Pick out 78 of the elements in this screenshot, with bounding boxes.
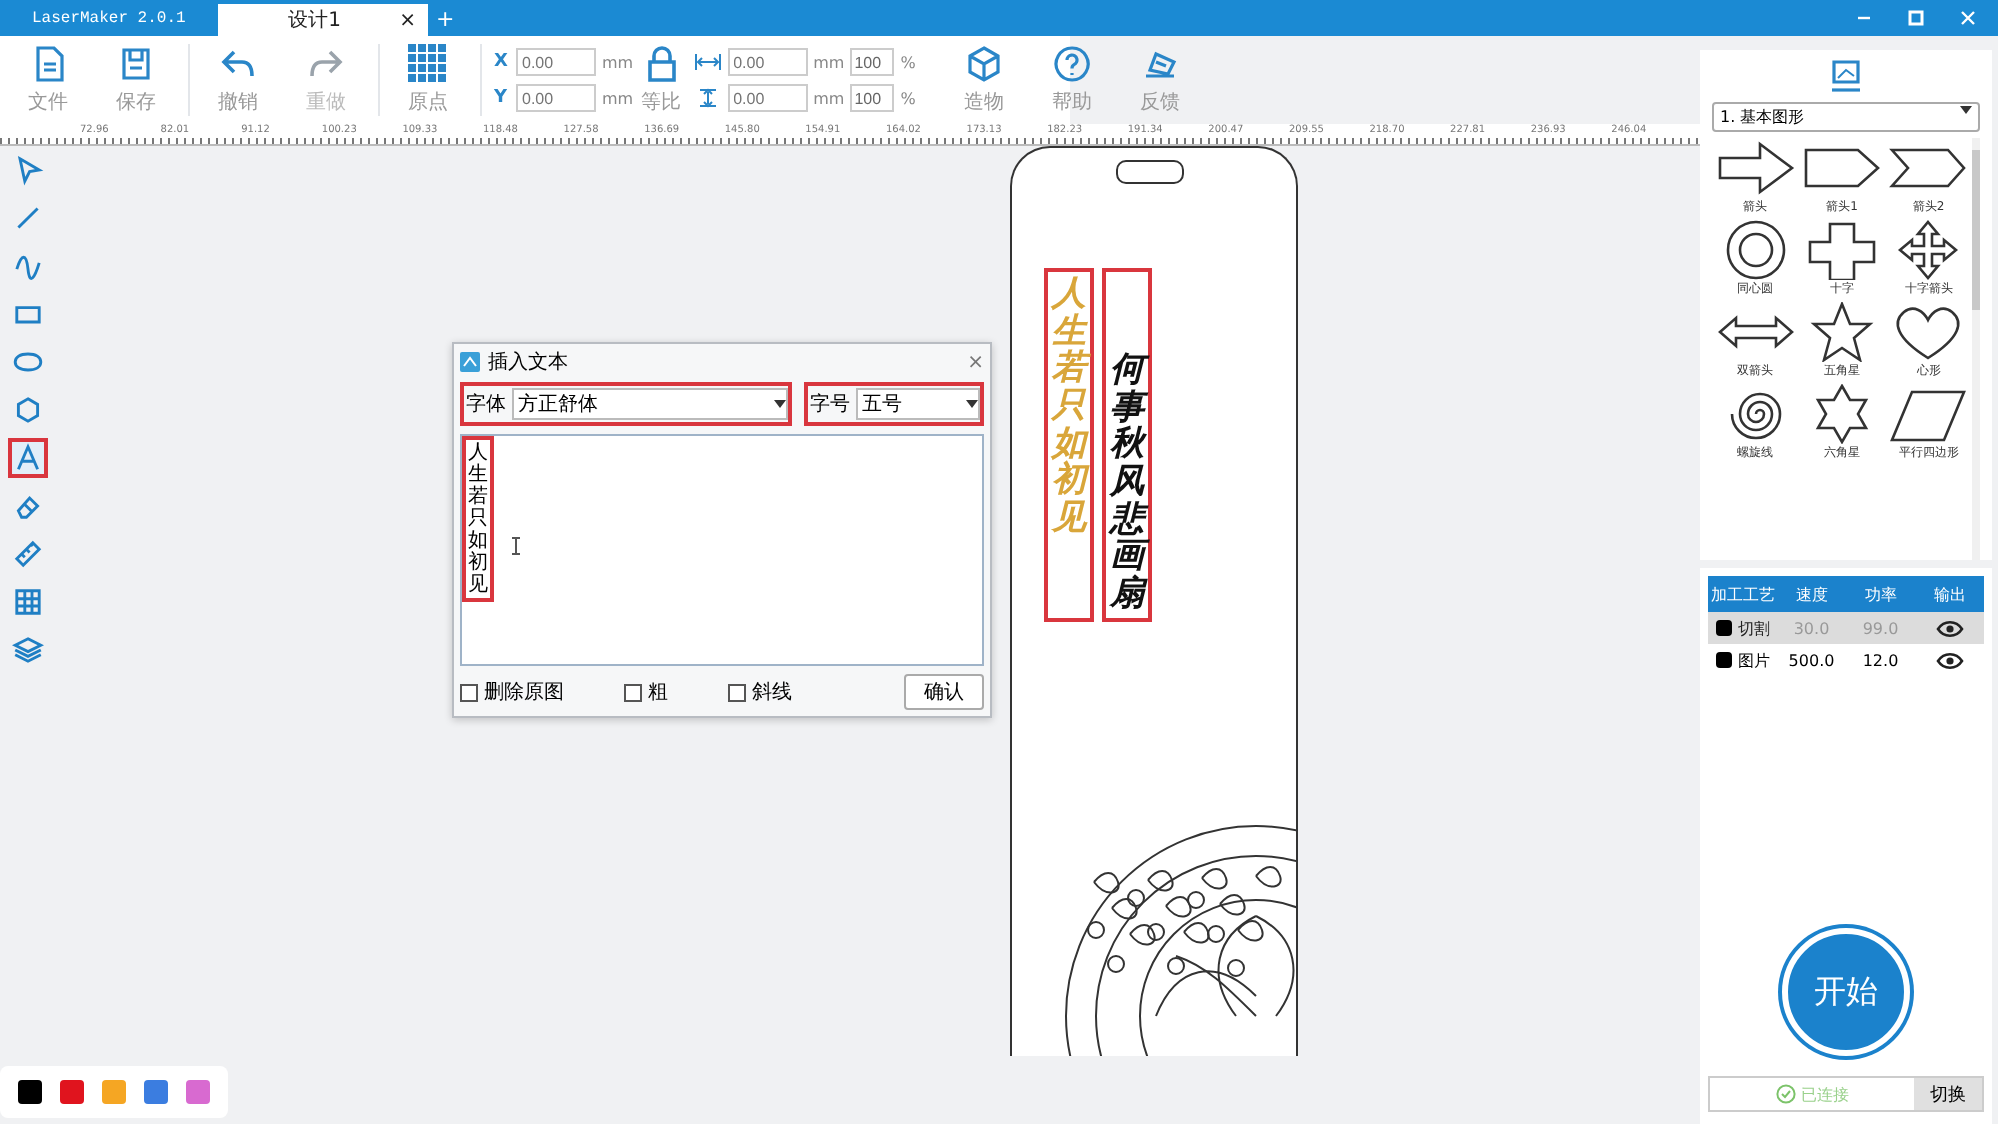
color-swatch[interactable] [60, 1080, 84, 1104]
option-checkbox[interactable]: 斜线 [728, 678, 792, 706]
line-icon [12, 202, 44, 234]
cube-icon [963, 44, 1004, 84]
axis-label: Y [494, 88, 510, 108]
eye-icon[interactable] [1935, 651, 1964, 669]
shapes-tab-icon[interactable] [1830, 58, 1862, 94]
column-header: 速度 [1793, 583, 1830, 605]
save-icon [116, 44, 156, 84]
text-cursor-icon [510, 536, 522, 556]
width-icon [693, 52, 722, 72]
percent-label: % [900, 53, 916, 71]
unit-label: mm [813, 53, 845, 71]
dropdown-caret-icon [966, 400, 978, 408]
vertical-input-text: 人生若只如初见 [462, 436, 494, 602]
tool-button[interactable] [8, 438, 48, 478]
close-icon[interactable] [1958, 8, 1978, 28]
unit-label: mm [813, 89, 845, 107]
position-field[interactable]: 0.00 [516, 48, 596, 76]
column-header: 输出 [1931, 583, 1968, 605]
scale-field[interactable]: 100 [850, 48, 895, 76]
dropdown-caret-icon [774, 400, 786, 408]
maximize-icon[interactable] [1906, 8, 1926, 28]
help-icon [1051, 44, 1092, 84]
percent-label: % [900, 89, 916, 107]
font-size-select[interactable]: 字号 五号 [804, 382, 984, 426]
process-name: 切割 [1737, 617, 1770, 639]
check-icon [1775, 1084, 1795, 1104]
eraser-icon [12, 490, 44, 522]
position-field[interactable]: 0.00 [516, 84, 596, 112]
curve-icon [12, 250, 44, 282]
axis-label: X [494, 52, 510, 72]
document-tab[interactable]: 设计1 × [218, 4, 428, 36]
column-header: 加工工艺 [1708, 583, 1777, 605]
process-row[interactable]: 切割 30.0 99.0 [1708, 612, 1984, 644]
confirm-button[interactable]: 确认 [904, 674, 984, 710]
size-field[interactable]: 0.00 [727, 84, 808, 112]
dialog-title: 插入文本 [488, 349, 568, 376]
size-field[interactable]: 0.00 [727, 48, 808, 76]
ruler-icon [12, 538, 44, 570]
scrollbar[interactable] [1972, 138, 1980, 560]
hexagon-icon [12, 394, 44, 426]
dot-grid-icon [408, 44, 448, 84]
vertical-calligraphy-text[interactable]: 何事秋风悲画扇 [1102, 268, 1152, 622]
process-row[interactable]: 图片 500.0 12.0 [1708, 644, 1984, 676]
switch-button[interactable]: 切换 [1914, 1078, 1982, 1110]
color-swatch[interactable] [186, 1080, 210, 1104]
option-checkbox[interactable]: 删除原图 [460, 678, 564, 706]
hanging-slot [1116, 160, 1184, 184]
table-cell-text: 30.0 [1791, 619, 1832, 637]
start-button[interactable]: 开始 [1782, 928, 1910, 1056]
table-cell-text: 12.0 [1860, 651, 1901, 669]
process-name: 图片 [1737, 649, 1770, 671]
column-header: 功率 [1862, 583, 1899, 605]
unit-label: mm [602, 53, 634, 71]
unit-label: mm [602, 89, 634, 107]
eye-icon[interactable] [1935, 619, 1964, 637]
color-swatch[interactable] [102, 1080, 126, 1104]
arrow-icon [1715, 138, 1796, 198]
text-input-area[interactable]: 人生若只如初见 [460, 434, 984, 666]
text-icon [12, 442, 44, 474]
dropdown-caret-icon [1960, 106, 1972, 114]
app-icon [460, 352, 480, 372]
new-tab-button[interactable]: + [436, 5, 455, 31]
color-swatch[interactable] [18, 1080, 42, 1104]
table-cell-text: 500.0 [1786, 651, 1837, 669]
option-checkbox[interactable]: 粗 [624, 678, 668, 706]
shape-category-select[interactable]: 1. 基本图形 [1712, 102, 1980, 132]
font-select[interactable]: 字体 方正舒体 [460, 382, 792, 426]
app-title: LaserMaker 2.0.1 [30, 9, 188, 27]
table-cell-text: 99.0 [1860, 619, 1901, 637]
pointer-icon [12, 154, 44, 186]
layers-icon [12, 634, 44, 666]
color-swatch[interactable] [144, 1080, 168, 1104]
grid-icon [12, 586, 44, 618]
dialog-close-button[interactable]: × [967, 351, 984, 373]
scale-field[interactable]: 100 [850, 84, 895, 112]
status-text: 已连接 [1801, 1083, 1849, 1105]
